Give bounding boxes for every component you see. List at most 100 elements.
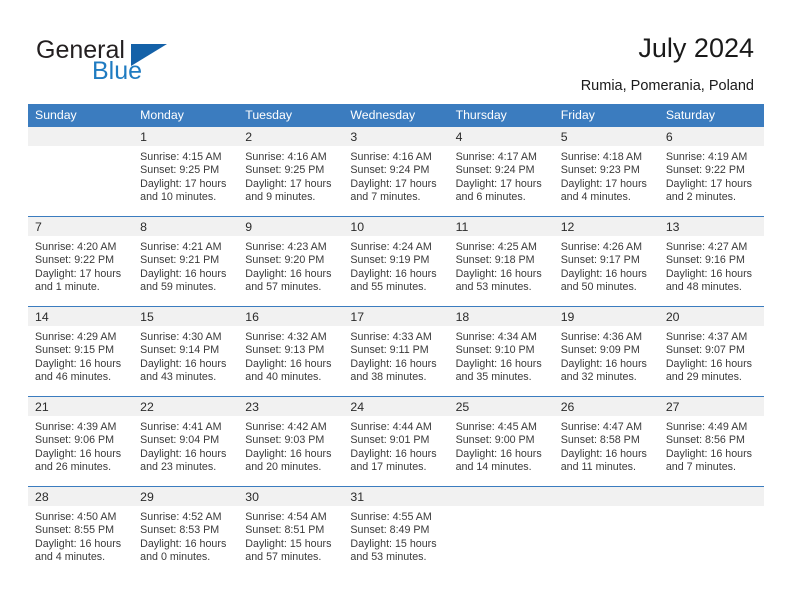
- day-number: 1: [140, 130, 147, 144]
- day-cell[interactable]: 18 Sunrise: 4:34 AM Sunset: 9:10 PM Dayl…: [448, 306, 554, 397]
- daylight-text-line2: and 10 minutes.: [140, 191, 217, 204]
- sunset-text: Sunset: 8:53 PM: [140, 524, 220, 537]
- day-cell[interactable]: 26 Sunrise: 4:47 AM Sunset: 8:58 PM Dayl…: [553, 396, 659, 487]
- day-cell[interactable]: 10 Sunrise: 4:24 AM Sunset: 9:19 PM Dayl…: [343, 216, 449, 307]
- daylight-text-line1: Daylight: 16 hours: [140, 537, 227, 550]
- day-cell[interactable]: 11 Sunrise: 4:25 AM Sunset: 9:18 PM Dayl…: [448, 216, 554, 307]
- day-number: 18: [455, 310, 470, 324]
- day-number: 13: [665, 220, 680, 234]
- day-cell[interactable]: 6 Sunrise: 4:19 AM Sunset: 9:22 PM Dayli…: [658, 127, 764, 217]
- daylight-text-line1: Daylight: 16 hours: [350, 357, 437, 370]
- daylight-text-line2: and 29 minutes.: [665, 371, 742, 384]
- daylight-text-line2: and 53 minutes.: [350, 551, 427, 564]
- day-cell[interactable]: 5 Sunrise: 4:18 AM Sunset: 9:23 PM Dayli…: [553, 127, 659, 217]
- day-info: Sunrise: 4:20 AM Sunset: 9:22 PM Dayligh…: [28, 236, 133, 295]
- sunset-text: Sunset: 8:55 PM: [35, 524, 115, 537]
- sunset-text: Sunset: 9:22 PM: [35, 254, 115, 267]
- day-number-band: 10: [343, 217, 449, 236]
- day-number-band: 8: [133, 217, 239, 236]
- sunset-text: Sunset: 9:17 PM: [560, 254, 640, 267]
- daylight-text-line2: and 20 minutes.: [245, 461, 322, 474]
- sunrise-text: Sunrise: 4:33 AM: [350, 331, 432, 343]
- day-cell[interactable]: 8 Sunrise: 4:21 AM Sunset: 9:21 PM Dayli…: [133, 216, 239, 307]
- day-cell[interactable]: 30 Sunrise: 4:54 AM Sunset: 8:51 PM Dayl…: [238, 486, 344, 576]
- day-cell-empty: [448, 486, 554, 576]
- day-number-band: 19: [553, 307, 659, 326]
- day-cell[interactable]: 25 Sunrise: 4:45 AM Sunset: 9:00 PM Dayl…: [448, 396, 554, 487]
- day-number: 31: [350, 490, 365, 504]
- daylight-text-line1: Daylight: 16 hours: [560, 447, 647, 460]
- daylight-text-line2: and 50 minutes.: [560, 281, 637, 294]
- sunset-text: Sunset: 9:09 PM: [560, 344, 640, 357]
- day-number-band: 14: [28, 307, 134, 326]
- daylight-text-line2: and 14 minutes.: [455, 461, 532, 474]
- day-number-band: 17: [343, 307, 449, 326]
- daylight-text-line1: Daylight: 16 hours: [140, 357, 227, 370]
- day-cell[interactable]: 12 Sunrise: 4:26 AM Sunset: 9:17 PM Dayl…: [553, 216, 659, 307]
- day-info: Sunrise: 4:34 AM Sunset: 9:10 PM Dayligh…: [449, 326, 554, 385]
- day-cell[interactable]: 31 Sunrise: 4:55 AM Sunset: 8:49 PM Dayl…: [343, 486, 449, 576]
- day-number: 2: [245, 130, 253, 144]
- calendar-table: Sunday Monday Tuesday Wednesday Thursday…: [28, 104, 764, 576]
- day-number-band: [28, 127, 134, 146]
- day-cell[interactable]: 3 Sunrise: 4:16 AM Sunset: 9:24 PM Dayli…: [343, 127, 449, 217]
- day-cell[interactable]: 14 Sunrise: 4:29 AM Sunset: 9:15 PM Dayl…: [28, 306, 134, 397]
- calendar-week-row: 7 Sunrise: 4:20 AM Sunset: 9:22 PM Dayli…: [28, 216, 764, 307]
- daylight-text-line2: and 32 minutes.: [560, 371, 637, 384]
- sunrise-text: Sunrise: 4:26 AM: [560, 241, 643, 253]
- day-number: 25: [455, 400, 470, 414]
- day-cell[interactable]: 13 Sunrise: 4:27 AM Sunset: 9:16 PM Dayl…: [658, 216, 764, 307]
- day-cell[interactable]: 2 Sunrise: 4:16 AM Sunset: 9:25 PM Dayli…: [238, 127, 344, 217]
- day-info: Sunrise: 4:17 AM Sunset: 9:24 PM Dayligh…: [449, 146, 554, 205]
- day-number: 26: [560, 400, 575, 414]
- logo-text-blue: Blue: [92, 57, 143, 85]
- day-cell[interactable]: 7 Sunrise: 4:20 AM Sunset: 9:22 PM Dayli…: [28, 216, 134, 307]
- day-number: 24: [350, 400, 365, 414]
- day-cell[interactable]: 15 Sunrise: 4:30 AM Sunset: 9:14 PM Dayl…: [133, 306, 239, 397]
- sunrise-text: Sunrise: 4:25 AM: [455, 241, 537, 253]
- day-cell[interactable]: 29 Sunrise: 4:52 AM Sunset: 8:53 PM Dayl…: [133, 486, 239, 576]
- day-cell[interactable]: 9 Sunrise: 4:23 AM Sunset: 9:20 PM Dayli…: [238, 216, 344, 307]
- day-number-band: 2: [238, 127, 344, 146]
- day-cell[interactable]: 16 Sunrise: 4:32 AM Sunset: 9:13 PM Dayl…: [238, 306, 344, 397]
- day-cell[interactable]: 27 Sunrise: 4:49 AM Sunset: 8:56 PM Dayl…: [658, 396, 764, 487]
- day-cell[interactable]: 23 Sunrise: 4:42 AM Sunset: 9:03 PM Dayl…: [238, 396, 344, 487]
- day-cell[interactable]: 19 Sunrise: 4:36 AM Sunset: 9:09 PM Dayl…: [553, 306, 659, 397]
- sunrise-text: Sunrise: 4:37 AM: [665, 331, 748, 343]
- general-blue-logo[interactable]: General Blue: [36, 36, 226, 88]
- sunset-text: Sunset: 9:21 PM: [140, 254, 220, 267]
- sunset-text: Sunset: 8:56 PM: [665, 434, 745, 447]
- day-number: 4: [455, 130, 463, 144]
- sunset-text: Sunset: 9:11 PM: [350, 344, 429, 357]
- daylight-text-line2: and 7 minutes.: [665, 461, 736, 474]
- daylight-text-line1: Daylight: 16 hours: [455, 267, 542, 280]
- day-cell[interactable]: 24 Sunrise: 4:44 AM Sunset: 9:01 PM Dayl…: [343, 396, 449, 487]
- day-cell[interactable]: 21 Sunrise: 4:39 AM Sunset: 9:06 PM Dayl…: [28, 396, 134, 487]
- sunset-text: Sunset: 9:22 PM: [665, 164, 745, 177]
- day-cell[interactable]: 28 Sunrise: 4:50 AM Sunset: 8:55 PM Dayl…: [28, 486, 134, 576]
- day-number: 11: [455, 220, 469, 234]
- day-number-band: 28: [28, 487, 134, 506]
- day-info: Sunrise: 4:27 AM Sunset: 9:16 PM Dayligh…: [659, 236, 764, 295]
- sunset-text: Sunset: 9:15 PM: [35, 344, 115, 357]
- page-title: July 2024: [638, 33, 754, 63]
- daylight-text-line1: Daylight: 16 hours: [140, 267, 227, 280]
- day-cell[interactable]: 4 Sunrise: 4:17 AM Sunset: 9:24 PM Dayli…: [448, 127, 554, 217]
- day-number-band: 13: [658, 217, 764, 236]
- calendar-week-row: 28 Sunrise: 4:50 AM Sunset: 8:55 PM Dayl…: [28, 486, 764, 576]
- weekday-header-monday: Monday: [133, 104, 239, 127]
- day-cell-empty: [553, 486, 659, 576]
- day-cell[interactable]: 1 Sunrise: 4:15 AM Sunset: 9:25 PM Dayli…: [133, 127, 239, 217]
- sunset-text: Sunset: 9:04 PM: [140, 434, 220, 447]
- day-number-band: 31: [343, 487, 449, 506]
- day-cell[interactable]: 20 Sunrise: 4:37 AM Sunset: 9:07 PM Dayl…: [658, 306, 764, 397]
- sunset-text: Sunset: 9:24 PM: [455, 164, 535, 177]
- daylight-text-line2: and 2 minutes.: [665, 191, 736, 204]
- day-info: Sunrise: 4:44 AM Sunset: 9:01 PM Dayligh…: [343, 416, 448, 475]
- day-info: Sunrise: 4:15 AM Sunset: 9:25 PM Dayligh…: [133, 146, 238, 205]
- daylight-text-line2: and 43 minutes.: [140, 371, 217, 384]
- day-number: 29: [140, 490, 154, 504]
- daylight-text-line2: and 55 minutes.: [350, 281, 427, 294]
- day-cell[interactable]: 17 Sunrise: 4:33 AM Sunset: 9:11 PM Dayl…: [343, 306, 449, 397]
- day-cell[interactable]: 22 Sunrise: 4:41 AM Sunset: 9:04 PM Dayl…: [133, 396, 239, 487]
